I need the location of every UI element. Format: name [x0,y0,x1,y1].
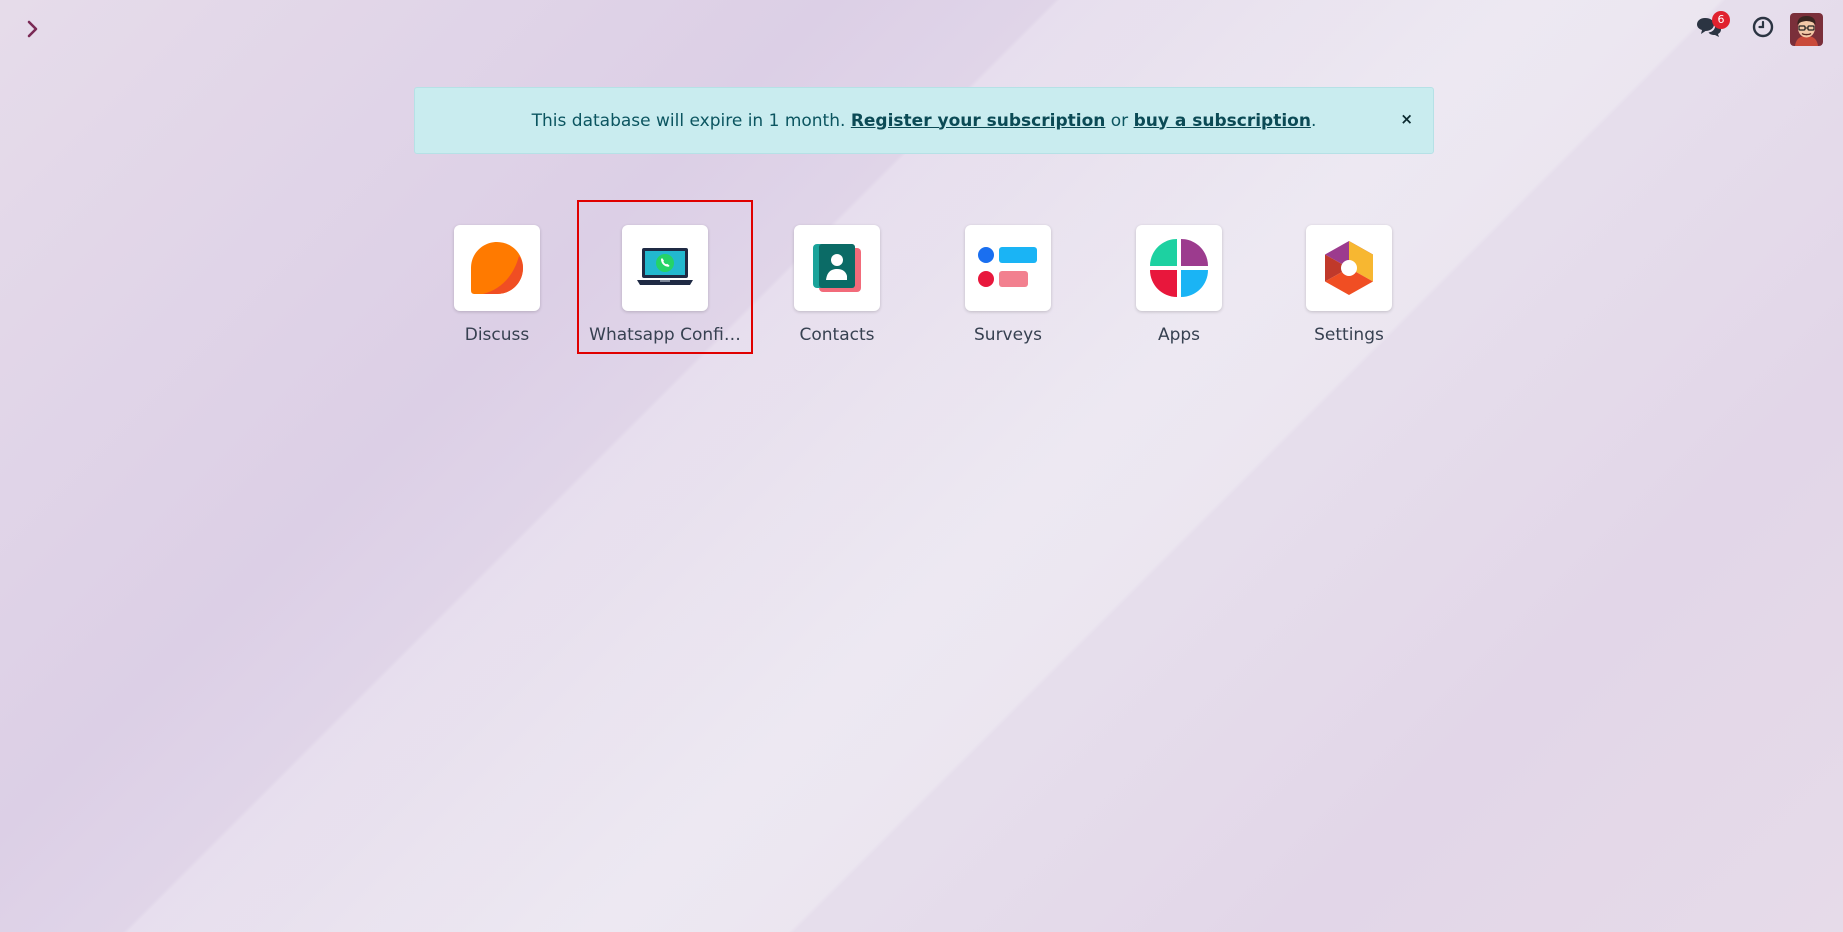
whatsapp-laptop-icon [622,225,708,311]
subscription-banner: This database will expire in 1 month. Re… [414,87,1434,154]
contacts-icon [794,225,880,311]
app-contacts[interactable]: Contacts [751,202,923,352]
app-apps[interactable]: Apps [1093,202,1265,352]
banner-text-after: . [1310,110,1317,131]
app-label: Apps [1157,325,1201,345]
top-bar: 6 [0,0,1843,58]
app-surveys[interactable]: Surveys [922,202,1094,352]
settings-icon [1306,225,1392,311]
messages-count-badge: 6 [1712,11,1730,29]
user-avatar[interactable] [1790,13,1823,46]
clock-icon [1752,16,1774,42]
app-label: Discuss [464,325,530,345]
app-label: Surveys [974,325,1042,345]
app-label: Contacts [799,325,875,345]
app-settings[interactable]: Settings [1263,202,1435,352]
discuss-icon [454,225,540,311]
activity-button[interactable] [1748,14,1778,44]
apps-icon [1136,225,1222,311]
buy-subscription-link[interactable]: buy a subscription [1134,111,1311,131]
app-discuss[interactable]: Discuss [411,202,583,352]
chevron-right-icon[interactable] [20,16,46,42]
banner-text-before: This database will expire in 1 month. [531,110,851,131]
close-icon[interactable]: × [1400,110,1413,128]
banner-text: This database will expire in 1 month. Re… [532,111,1317,131]
app-label: Whatsapp Confi… [589,325,741,345]
app-label: Settings [1314,325,1384,345]
banner-text-middle: or [1105,110,1134,131]
surveys-icon [965,225,1051,311]
app-whatsapp-config[interactable]: Whatsapp Confi… [577,200,753,354]
register-subscription-link[interactable]: Register your subscription [851,111,1106,131]
messages-button[interactable]: 6 [1694,11,1730,44]
